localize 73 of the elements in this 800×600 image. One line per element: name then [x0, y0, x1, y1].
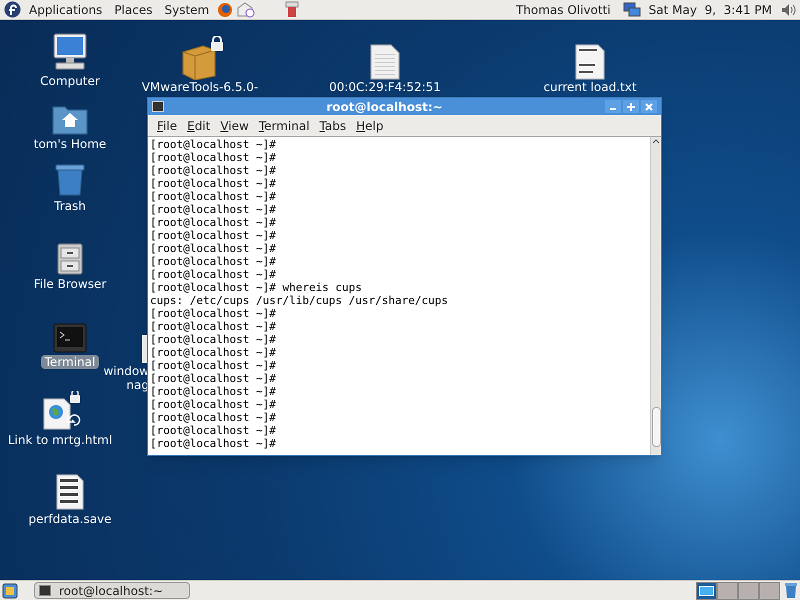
terminal-line: [root@localhost ~]# — [150, 255, 277, 268]
desktop-icon-label[interactable]: 00:0C:29:F4:52:51 — [329, 80, 441, 94]
desktop-icon-label[interactable]: Link to mrtg.html — [4, 433, 116, 447]
fedora-logo-icon[interactable] — [4, 1, 21, 18]
desktop-icon-label[interactable]: perfdata.save — [24, 512, 116, 526]
maximize-button[interactable] — [623, 100, 639, 113]
maximize-icon — [627, 102, 635, 110]
text-file-icon — [575, 44, 605, 80]
terminal-line: [root@localhost ~]# — [150, 398, 277, 411]
terminal-line: [root@localhost ~]# — [150, 164, 277, 177]
browser-globe-icon[interactable] — [217, 2, 234, 18]
terminal-icon — [53, 323, 87, 353]
desktop-icon-label[interactable]: tom's Home — [30, 137, 110, 151]
close-button[interactable] — [641, 100, 657, 113]
document-icon — [370, 44, 400, 80]
terminal-line: [root@localhost ~]# — [150, 437, 277, 450]
user-name[interactable]: Thomas Olivotti — [508, 0, 619, 18]
terminal-line: [root@localhost ~]# — [150, 320, 277, 333]
minimize-button[interactable] — [605, 100, 621, 113]
terminal-line: [root@localhost ~]# — [150, 138, 277, 151]
terminal-line: [root@localhost ~]# — [150, 190, 277, 203]
workspace-switcher-cell[interactable] — [759, 582, 780, 600]
terminal-line: [root@localhost ~]# — [150, 151, 277, 164]
terminal-line: [root@localhost ~]# — [150, 372, 277, 385]
network-icon[interactable] — [622, 2, 641, 18]
terminal-line: [root@localhost ~]# — [150, 177, 277, 190]
terminal-line: [root@localhost ~]# — [150, 424, 277, 437]
close-icon — [645, 102, 653, 110]
menu-item[interactable]: File — [152, 116, 182, 134]
window-title: root@localhost:~ — [325, 98, 444, 116]
terminal-line: [root@localhost ~]# — [150, 216, 277, 229]
number-file-icon — [56, 474, 84, 510]
terminal-line: [root@localhost ~]# — [150, 346, 277, 359]
volume-icon[interactable] — [780, 2, 796, 18]
desktop-icon-label[interactable]: VMwareTools-6.5.0- — [142, 80, 258, 94]
terminal-line: [root@localhost ~]# — [150, 229, 277, 242]
trash-icon[interactable] — [784, 582, 798, 599]
panel-menu[interactable]: System — [160, 0, 214, 18]
desktop-icon-label[interactable]: current load.txt — [543, 80, 637, 94]
show-desktop-icon[interactable] — [2, 582, 18, 598]
file-cabinet-icon — [57, 243, 83, 275]
menu-item[interactable]: Terminal — [254, 116, 315, 134]
desktop-icon-label[interactable]: Trash — [50, 199, 90, 213]
terminal-line: [root@localhost ~]# — [150, 268, 277, 281]
terminal-line: [root@localhost ~]# — [150, 385, 277, 398]
terminal-line: [root@localhost ~]# — [150, 411, 277, 424]
taskbar-window-button[interactable]: root@localhost:~ — [34, 582, 190, 599]
workspace-switcher-cell[interactable] — [717, 582, 738, 600]
trash-icon — [53, 163, 87, 197]
desktop-icon-label[interactable]: window — [103, 364, 149, 378]
desktop-icon-label[interactable]: File Browser — [30, 277, 110, 291]
clock[interactable]: Sat May 9, 3:41 PM — [644, 0, 776, 18]
panel-menu[interactable]: Places — [110, 0, 156, 18]
workspace-switcher-cell[interactable] — [738, 582, 759, 600]
menu-item[interactable]: Help — [351, 116, 388, 134]
terminal-icon — [39, 585, 51, 596]
desktop-icon-label[interactable]: Terminal — [40, 355, 100, 369]
terminal-icon — [152, 101, 164, 112]
panel-menu[interactable]: Applications — [25, 0, 106, 18]
menu-item[interactable]: Edit — [182, 116, 216, 134]
scrollbar[interactable] — [650, 137, 661, 455]
menu-item[interactable]: View — [215, 116, 254, 134]
terminal-line: [root@localhost ~]# — [150, 203, 277, 216]
terminal-line: [root@localhost ~]# — [150, 359, 277, 372]
scrollbar-thumb[interactable] — [652, 407, 660, 447]
terminal-line: [root@localhost ~]# — [150, 333, 277, 346]
terminal-line: [root@localhost ~]# — [150, 242, 277, 255]
terminal-line: [root@localhost ~]# whereis cups — [150, 281, 363, 294]
terminal-line: cups: /etc/cups /usr/lib/cups /usr/share/cups — [150, 294, 450, 307]
menu-item[interactable]: Tabs — [314, 116, 352, 134]
workspace-switcher-cell[interactable] — [696, 582, 717, 600]
desktop-icon-label[interactable]: Computer — [36, 74, 104, 88]
terminal-line: [root@localhost ~]# — [150, 307, 277, 320]
